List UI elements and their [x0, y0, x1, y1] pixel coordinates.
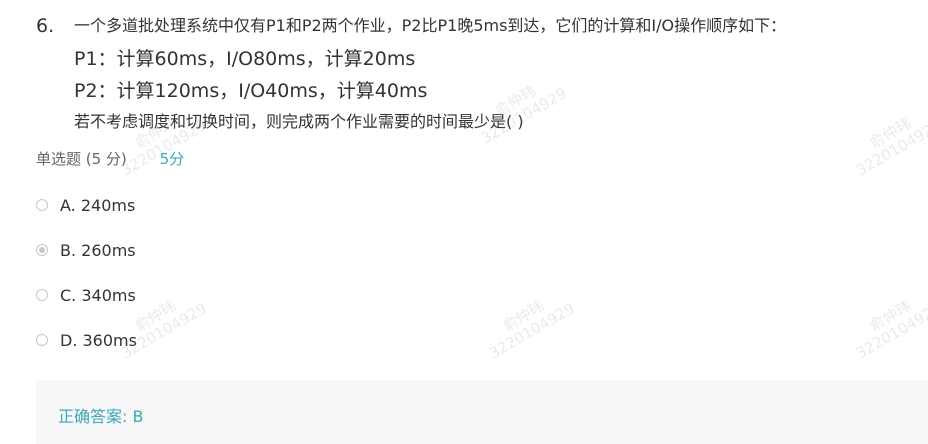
score-label: 5分 — [159, 150, 185, 168]
radio-a[interactable] — [36, 199, 48, 211]
question-stem: 一个多道批处理系统中仅有P1和P2两个作业，P2比P1晚5ms到达，它们的计算和… — [74, 14, 924, 134]
option-b[interactable]: B. 260ms — [36, 235, 137, 265]
option-d[interactable]: D. 360ms — [36, 325, 137, 355]
correct-answer: 正确答案: B — [58, 407, 144, 426]
watermark: 俞仲玮 3220104929 — [478, 285, 578, 362]
option-a-label: A. 240ms — [60, 195, 136, 215]
watermark-id: 3220104929 — [853, 299, 928, 363]
option-b-label: B. 260ms — [60, 240, 136, 260]
question-text: 一个多道批处理系统中仅有P1和P2两个作业，P2比P1晚5ms到达，它们的计算和… — [74, 16, 787, 35]
question-type-label: 单选题 (5 分) — [36, 150, 127, 168]
question-p2-line: P2：计算120ms，I/O40ms，计算40ms — [74, 80, 428, 102]
watermark-name: 俞仲玮 — [499, 297, 548, 336]
watermark-name: 俞仲玮 — [866, 297, 915, 336]
option-a[interactable]: A. 240ms — [36, 190, 137, 220]
question-number: 6. — [36, 15, 55, 37]
option-c-label: C. 340ms — [60, 285, 136, 305]
option-d-label: D. 360ms — [60, 330, 137, 350]
question-p1-line: P1：计算60ms，I/O80ms，计算20ms — [74, 48, 416, 70]
watermark: 俞仲玮 3220104929 — [845, 285, 928, 362]
option-c[interactable]: C. 340ms — [36, 280, 137, 310]
radio-b[interactable] — [36, 244, 48, 256]
question-prompt: 若不考虑调度和切换时间，则完成两个作业需要的时间最少是( ) — [74, 112, 524, 131]
question-meta: 单选题 (5 分) 5分 — [36, 148, 184, 169]
radio-c[interactable] — [36, 289, 48, 301]
answer-panel: 正确答案: B — [36, 380, 928, 444]
quiz-page: 6. 一个多道批处理系统中仅有P1和P2两个作业，P2比P1晚5ms到达，它们的… — [0, 0, 928, 444]
watermark-id: 3220104929 — [486, 299, 578, 363]
radio-d[interactable] — [36, 334, 48, 346]
options-list: A. 240ms B. 260ms C. 340ms D. 360ms — [36, 190, 137, 370]
